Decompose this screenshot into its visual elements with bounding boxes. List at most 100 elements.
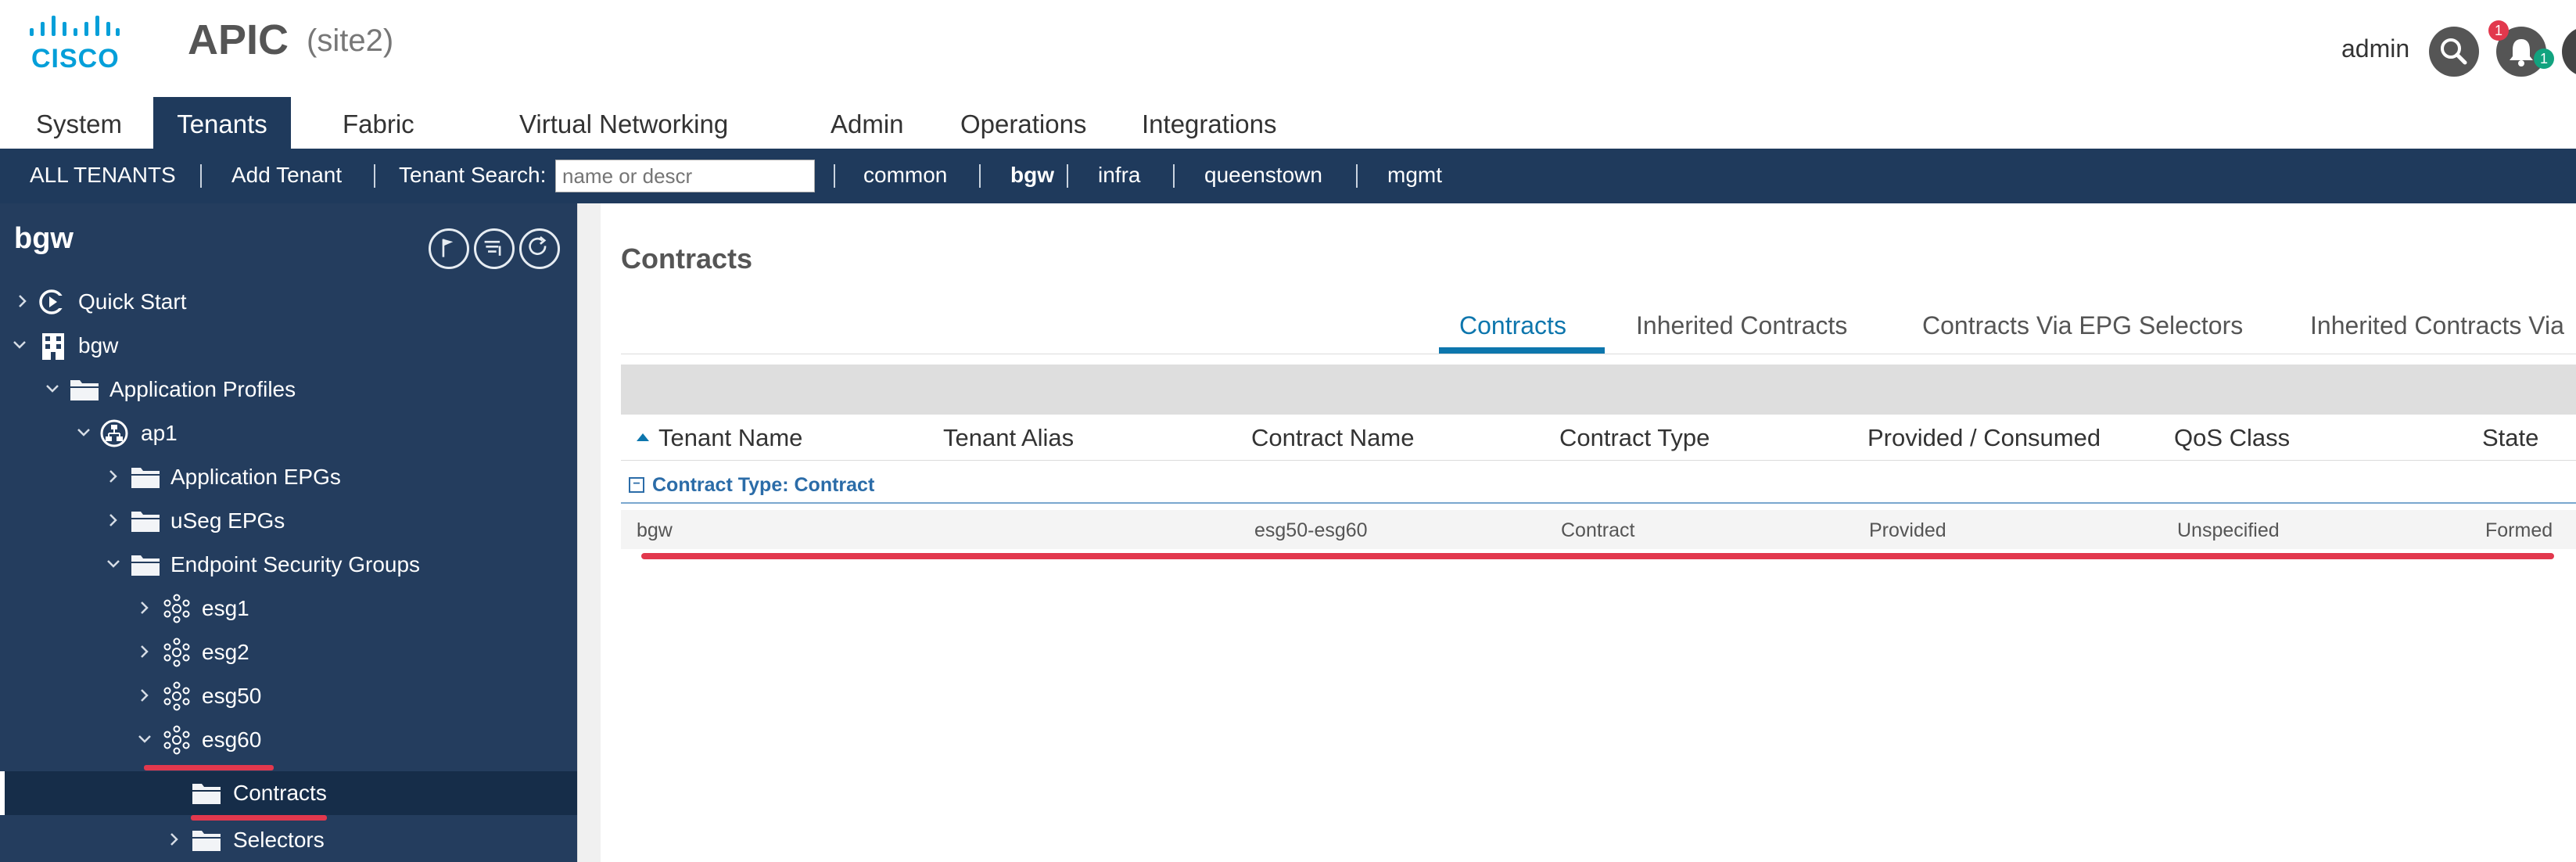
collapse-group-icon[interactable]: − (629, 477, 644, 493)
user-menu[interactable]: admin (2341, 34, 2409, 63)
all-tenants-link[interactable]: ALL TENANTS (30, 163, 176, 188)
chevron-right-icon[interactable] (11, 289, 34, 313)
tenant-link-common[interactable]: common (863, 163, 947, 188)
top-header: CISCO APIC (site2) admin 1 1 (0, 0, 2576, 94)
tree-item-label: esg2 (202, 640, 249, 664)
chevron-right-icon[interactable] (102, 465, 125, 488)
pane-splitter[interactable] (577, 203, 601, 862)
tree-item-endpoint-security-groups[interactable]: Endpoint Security Groups (0, 543, 577, 587)
divider (1173, 164, 1175, 188)
column-header-qos-class[interactable]: QoS Class (2174, 424, 2290, 452)
notification-badge: 1 (2488, 20, 2509, 41)
tree-item-label: uSeg EPGs (170, 508, 285, 533)
navigation-pane: bgw Quick Start bgw Application Profiles… (0, 203, 577, 862)
tree-item-application-profiles[interactable]: Application Profiles (0, 368, 577, 411)
chevron-down-icon[interactable] (102, 552, 125, 576)
active-tab-indicator (1439, 347, 1605, 354)
tenant-link-queenstown[interactable]: queenstown (1204, 163, 1322, 188)
tab-admin[interactable]: Admin (831, 97, 904, 149)
column-header-tenant-alias[interactable]: Tenant Alias (943, 424, 1074, 452)
tenant-link-mgmt[interactable]: mgmt (1387, 163, 1442, 188)
chevron-right-icon[interactable] (133, 596, 156, 620)
tree-item-label: ap1 (141, 421, 178, 445)
annotation-underline (144, 765, 274, 770)
tree-item-esg60[interactable]: esg60 (0, 718, 577, 762)
chevron-down-icon[interactable] (72, 421, 95, 444)
annotation-underline (641, 553, 2554, 559)
chevron-right-icon[interactable] (133, 640, 156, 663)
chevron-right-icon[interactable] (133, 684, 156, 707)
column-header-contract-type[interactable]: Contract Type (1559, 424, 1710, 452)
tab-fabric[interactable]: Fabric (343, 97, 414, 149)
tab-inherited-contracts-via[interactable]: Inherited Contracts Via (2310, 311, 2564, 340)
table-group-row[interactable]: − Contract Type: Contract (621, 465, 2576, 504)
group-label: Contract Type: Contract (652, 474, 875, 496)
tab-inherited-contracts[interactable]: Inherited Contracts (1636, 311, 1847, 340)
tree-item-application-epgs[interactable]: Application EPGs (0, 455, 577, 499)
divider (200, 164, 202, 188)
refresh-tool-button[interactable] (519, 228, 560, 269)
tree-item-tenant-bgw[interactable]: bgw (0, 324, 577, 368)
quick-start-icon (39, 289, 66, 314)
app-title: APIC (188, 16, 289, 63)
folder-icon (131, 555, 160, 576)
search-icon (2441, 38, 2467, 65)
cell-tenant-name: bgw (637, 519, 673, 541)
tab-contracts-via-epg-selectors[interactable]: Contracts Via EPG Selectors (1922, 311, 2243, 340)
chevron-right-icon[interactable] (163, 828, 186, 851)
tree-item-selectors[interactable]: Selectors (0, 818, 577, 862)
esg-icon (163, 725, 190, 755)
chevron-down-icon[interactable] (133, 727, 156, 751)
table-row[interactable]: bgw esg50-esg60 Contract Provided Unspec… (621, 510, 2576, 549)
column-header-tenant-name[interactable]: Tenant Name (658, 424, 802, 452)
tree-item-quick-start[interactable]: Quick Start (0, 280, 577, 324)
content-pane: Contracts Contracts Inherited Contracts … (601, 203, 2576, 862)
folder-icon (70, 380, 99, 400)
chevron-right-icon[interactable] (102, 508, 125, 532)
column-header-provided-consumed[interactable]: Provided / Consumed (1867, 424, 2101, 452)
add-tenant-link[interactable]: Add Tenant (231, 163, 342, 188)
tree-item-useg-epgs[interactable]: uSeg EPGs (0, 499, 577, 543)
search-button[interactable] (2429, 27, 2479, 77)
tab-operations[interactable]: Operations (960, 97, 1086, 149)
settings-button[interactable] (2562, 27, 2576, 77)
tree-item-label: Contracts (233, 781, 327, 805)
tree-item-label: bgw (78, 333, 119, 357)
chevron-down-icon[interactable] (41, 377, 64, 400)
tree-item-label: Application EPGs (170, 465, 341, 489)
tree-item-label: esg1 (202, 596, 249, 620)
tree-item-esg2[interactable]: esg2 (0, 630, 577, 674)
column-header-contract-name[interactable]: Contract Name (1251, 424, 1414, 452)
selection-indicator (0, 771, 5, 815)
cisco-logo-text: CISCO (31, 44, 120, 74)
sort-ascending-icon[interactable] (637, 433, 649, 441)
column-header-state[interactable]: State (2482, 424, 2538, 452)
tree-item-contracts[interactable]: Contracts (0, 771, 577, 815)
esg-icon (163, 638, 190, 667)
tenant-link-bgw[interactable]: bgw (1010, 163, 1054, 188)
tree-item-ap1[interactable]: ap1 (0, 411, 577, 455)
chevron-down-icon[interactable] (8, 333, 31, 357)
divider (1356, 164, 1358, 188)
tenant-search-label: Tenant Search: (399, 163, 547, 187)
pane-title: bgw (14, 222, 74, 255)
tenant-link-infra[interactable]: infra (1098, 163, 1140, 188)
tab-tenants[interactable]: Tenants (153, 97, 291, 149)
tree-item-esg50[interactable]: esg50 (0, 674, 577, 718)
tab-contracts[interactable]: Contracts (1459, 311, 1566, 340)
tab-virtual-networking[interactable]: Virtual Networking (519, 97, 728, 149)
filter-tool-button[interactable] (474, 228, 515, 269)
tree-item-esg1[interactable]: esg1 (0, 587, 577, 630)
tab-system[interactable]: System (36, 97, 122, 149)
esg-icon (163, 681, 190, 711)
quick-start-tool-button[interactable] (429, 228, 469, 269)
flag-icon (442, 239, 454, 257)
tree-item-label: Application Profiles (109, 377, 296, 401)
tree-item-label: esg60 (202, 727, 262, 752)
divider (979, 164, 981, 188)
cell-contract-name[interactable]: esg50-esg60 (1254, 519, 1368, 542)
divider (1067, 164, 1068, 188)
tab-integrations[interactable]: Integrations (1142, 97, 1276, 149)
tenant-search-input[interactable] (555, 160, 815, 192)
tree-item-label: Quick Start (78, 289, 187, 314)
